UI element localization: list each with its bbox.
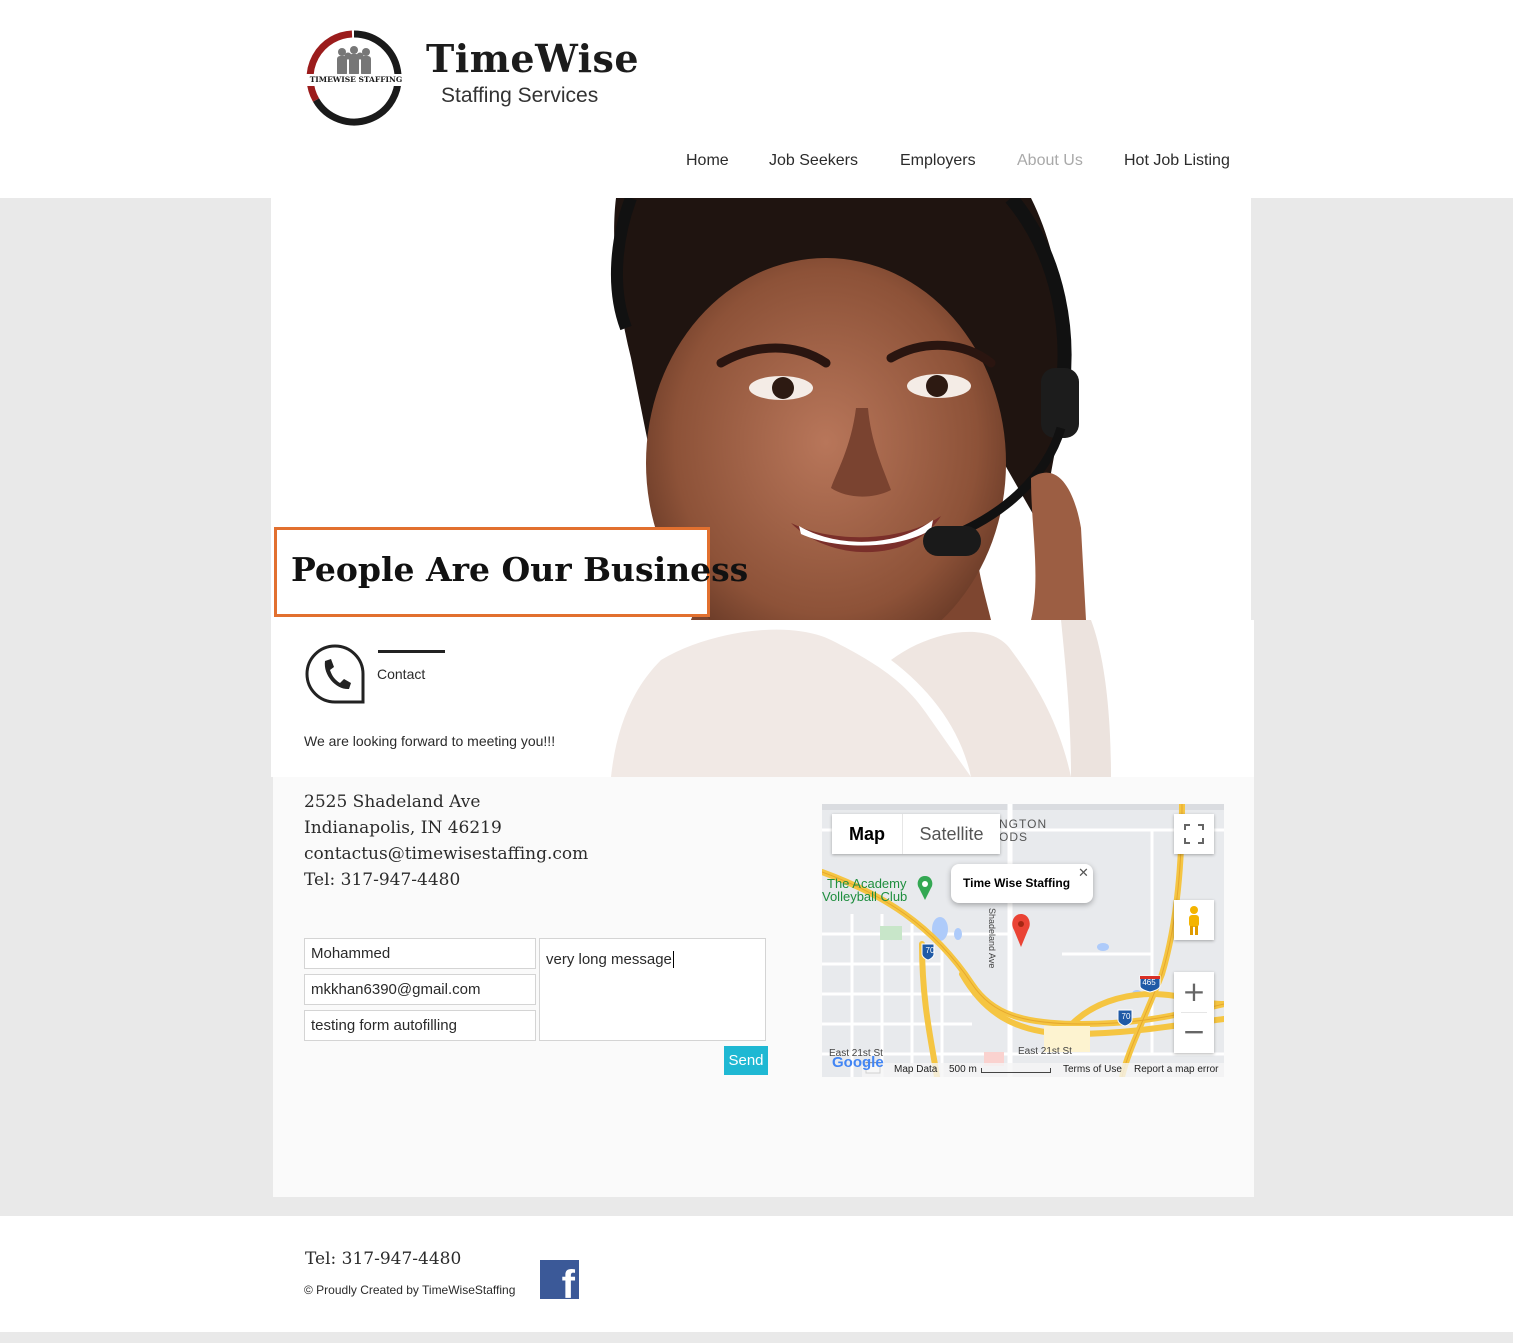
hero-tagline: People Are Our Business [291,550,749,589]
map-scale-label: 500 m [949,1064,977,1075]
faded-photo [611,620,1111,777]
nav-home[interactable]: Home [686,152,729,170]
zoom-in-button[interactable]: + [1174,972,1214,1012]
brand-title: TimeWise [426,36,640,81]
site-footer [0,1216,1513,1332]
email-field[interactable]: mkkhan6390@gmail.com [304,974,536,1005]
facebook-glyph: f [561,1263,575,1307]
close-icon[interactable]: ✕ [1078,866,1089,881]
map-scale-bar [981,1068,1051,1073]
map-road-label: Shadeland Ave [987,908,997,969]
brand-subtitle: Staffing Services [441,84,599,107]
nav-about-us[interactable]: About Us [1017,152,1083,170]
text-caret [672,951,674,968]
contact-strip [271,620,1254,777]
contact-heading: Contact [377,666,426,682]
report-map-error-link[interactable]: Report a map error [1134,1064,1218,1075]
subject-field[interactable]: testing form autofilling [304,1010,536,1041]
facebook-icon[interactable]: f [540,1260,579,1305]
google-logo: Google [832,1054,884,1071]
map-shield-70-a: 70 [925,946,935,955]
map-tab[interactable]: Map [832,814,902,854]
zoom-out-button[interactable]: − [1174,1013,1214,1053]
nav-hot-job-listing[interactable]: Hot Job Listing [1124,152,1230,170]
name-field[interactable]: Mohammed [304,938,536,969]
phone-icon [304,643,366,705]
address-line1: 2525 Shadeland Ave [304,792,481,812]
map-area-label-1: NGTON [999,817,1048,831]
message-text: very long message [546,951,672,968]
pegman-icon [1189,906,1199,935]
address-line2: Indianapolis, IN 46219 [304,818,502,838]
street-view-button[interactable] [1174,900,1214,940]
site-header [0,0,1513,198]
contact-email[interactable]: contactus@timewisestaffing.com [304,844,588,864]
message-field[interactable]: very long message [539,938,766,1041]
satellite-tab[interactable]: Satellite [902,814,1000,854]
send-button[interactable]: Send [724,1046,768,1075]
nav-employers[interactable]: Employers [900,152,976,170]
logo-text: TIMEWISE STAFFING [309,75,403,84]
fullscreen-icon [1184,824,1204,844]
welcome-text: We are looking forward to meeting you!!! [304,733,556,749]
terms-link[interactable]: Terms of Use [1063,1064,1122,1075]
map-shield-70-b: 70 [1121,1012,1131,1021]
map-data-link[interactable]: Map Data [894,1064,937,1075]
map-area-label-2: ODS [999,830,1029,844]
contact-divider [378,650,445,653]
map-shield-465: 465 [1142,978,1156,987]
info-window-title: Time Wise Staffing [963,876,1071,890]
footer-copyright: © Proudly Created by TimeWiseStaffing [304,1283,516,1297]
contact-phone: Tel: 317-947-4480 [304,870,461,890]
footer-phone: Tel: 317-947-4480 [305,1249,462,1269]
nav-job-seekers[interactable]: Job Seekers [769,152,858,170]
map-place-label-2[interactable]: Volleyball Club [822,889,907,904]
map-street-label: East 21st St [1018,1046,1072,1057]
fullscreen-button[interactable] [1174,814,1214,854]
